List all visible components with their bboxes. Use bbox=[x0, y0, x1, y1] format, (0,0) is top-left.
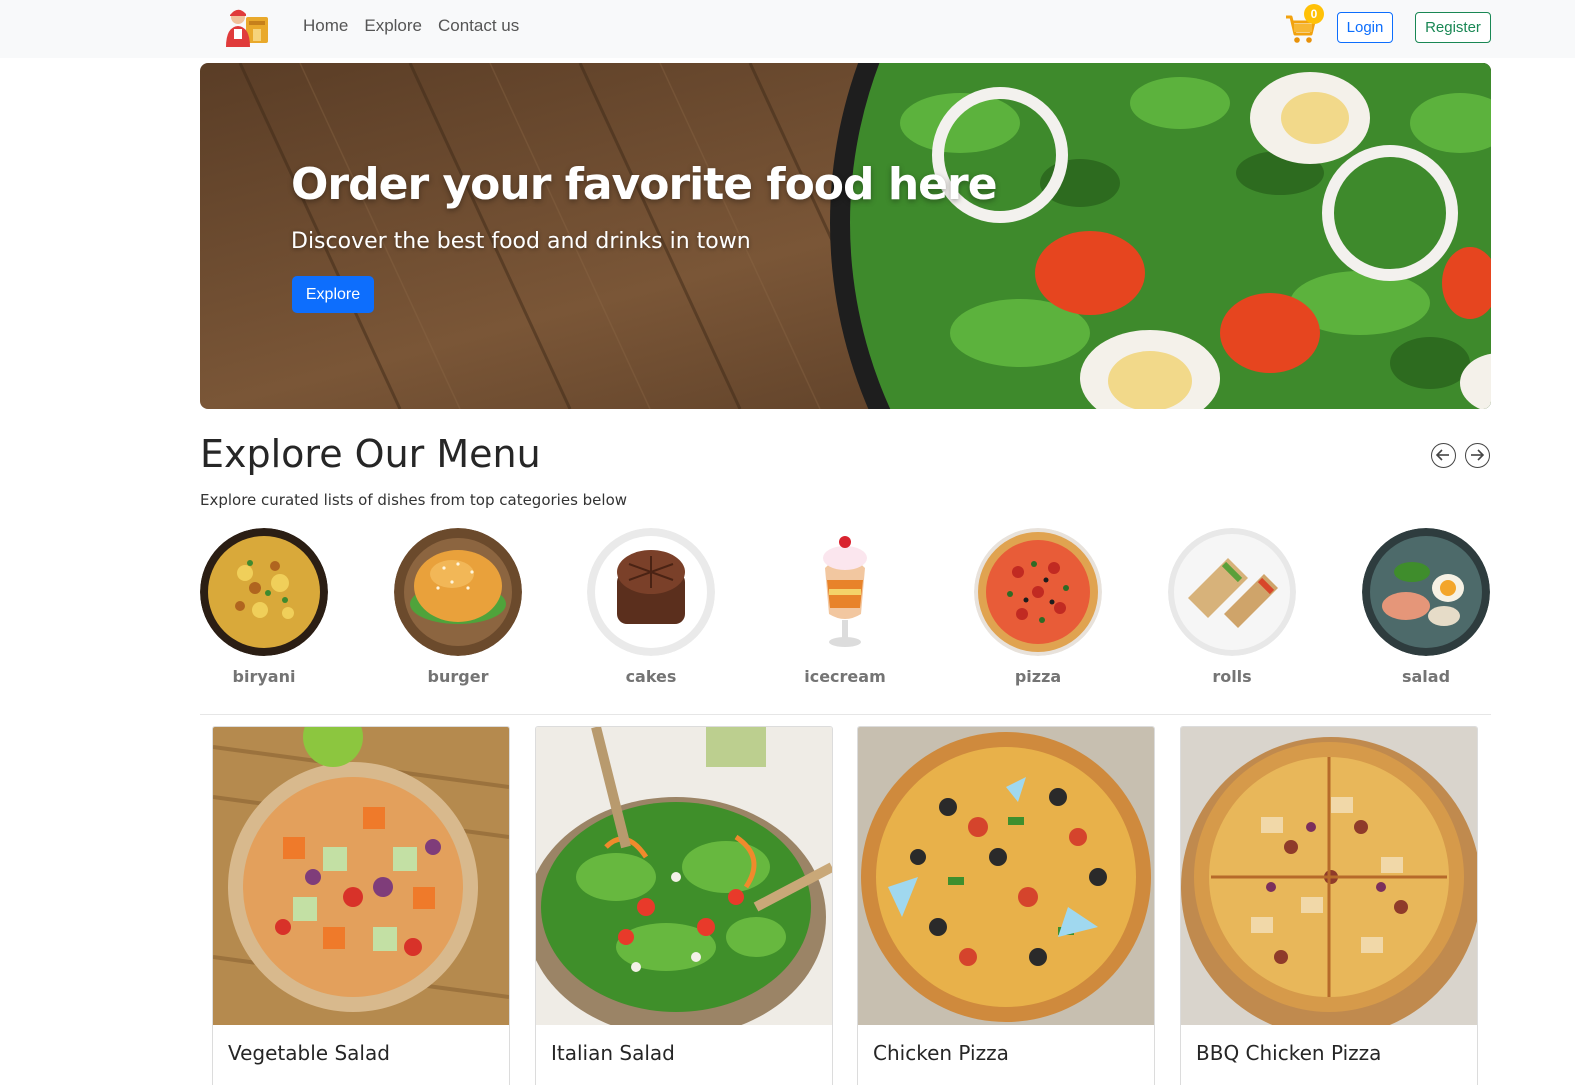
cart-count-badge: 0 bbox=[1304, 4, 1324, 24]
category-icecream[interactable]: icecream bbox=[781, 528, 909, 686]
category-rolls[interactable]: rolls bbox=[1168, 528, 1296, 686]
biryani-image bbox=[200, 528, 328, 656]
scroll-right-button[interactable] bbox=[1465, 443, 1490, 468]
hero-subtitle: Discover the best food and drinks in tow… bbox=[291, 229, 751, 254]
category-label: burger bbox=[427, 667, 489, 686]
food-card-title: BBQ Chicken Pizza bbox=[1196, 1041, 1382, 1065]
menu-subtitle: Explore curated lists of dishes from top… bbox=[200, 491, 628, 509]
food-card-bbq-chicken-pizza[interactable]: BBQ Chicken Pizza bbox=[1180, 726, 1478, 1085]
nav-link-home[interactable]: Home bbox=[303, 16, 348, 36]
category-label: salad bbox=[1401, 667, 1451, 686]
hero-title: Order your favorite food here bbox=[291, 159, 998, 210]
nav-link-explore[interactable]: Explore bbox=[364, 16, 422, 36]
pizza-image bbox=[974, 528, 1102, 656]
category-list: biryani burger cakes icecream pizza roll… bbox=[200, 528, 1491, 688]
hero-banner: Order your favorite food here Discover t… bbox=[200, 63, 1491, 409]
food-card-title: Vegetable Salad bbox=[228, 1041, 390, 1065]
food-card-title: Chicken Pizza bbox=[873, 1041, 1009, 1065]
cakes-image bbox=[587, 528, 715, 656]
category-biryani[interactable]: biryani bbox=[200, 528, 328, 686]
icecream-image bbox=[781, 528, 909, 656]
delivery-logo-icon[interactable] bbox=[224, 5, 272, 49]
section-divider bbox=[200, 714, 1491, 715]
category-label: rolls bbox=[1212, 667, 1252, 686]
category-burger[interactable]: burger bbox=[394, 528, 522, 686]
menu-title: Explore Our Menu bbox=[200, 432, 541, 476]
food-card-italian-salad[interactable]: Italian Salad bbox=[535, 726, 833, 1085]
nav-menu: Home Explore Contact us bbox=[303, 16, 519, 36]
food-card-title: Italian Salad bbox=[551, 1041, 675, 1065]
arrow-right-icon bbox=[1471, 449, 1485, 461]
hero-explore-button[interactable]: Explore bbox=[292, 276, 374, 313]
category-label: pizza bbox=[1014, 667, 1062, 686]
navbar: Home Explore Contact us 0 Login Register bbox=[0, 0, 1575, 58]
register-button[interactable]: Register bbox=[1415, 12, 1491, 43]
cart-button[interactable]: 0 bbox=[1284, 4, 1326, 44]
category-cakes[interactable]: cakes bbox=[587, 528, 715, 686]
category-label: icecream bbox=[804, 667, 886, 686]
category-salad[interactable]: salad bbox=[1362, 528, 1490, 686]
chicken-pizza-image bbox=[858, 727, 1154, 1025]
bbq-chicken-pizza-image bbox=[1181, 727, 1477, 1025]
vegetable-salad-image bbox=[213, 727, 509, 1025]
salad-image bbox=[1362, 528, 1490, 656]
food-card-chicken-pizza[interactable]: Chicken Pizza bbox=[857, 726, 1155, 1085]
arrow-left-icon bbox=[1435, 449, 1449, 461]
food-card-vegetable-salad[interactable]: Vegetable Salad bbox=[212, 726, 510, 1085]
italian-salad-image bbox=[536, 727, 832, 1025]
category-label: cakes bbox=[625, 667, 677, 686]
rolls-image bbox=[1168, 528, 1296, 656]
category-pizza[interactable]: pizza bbox=[974, 528, 1102, 686]
nav-link-contact[interactable]: Contact us bbox=[438, 16, 519, 36]
login-button[interactable]: Login bbox=[1337, 12, 1393, 43]
category-label: biryani bbox=[232, 667, 296, 686]
burger-image bbox=[394, 528, 522, 656]
scroll-left-button[interactable] bbox=[1431, 443, 1456, 468]
